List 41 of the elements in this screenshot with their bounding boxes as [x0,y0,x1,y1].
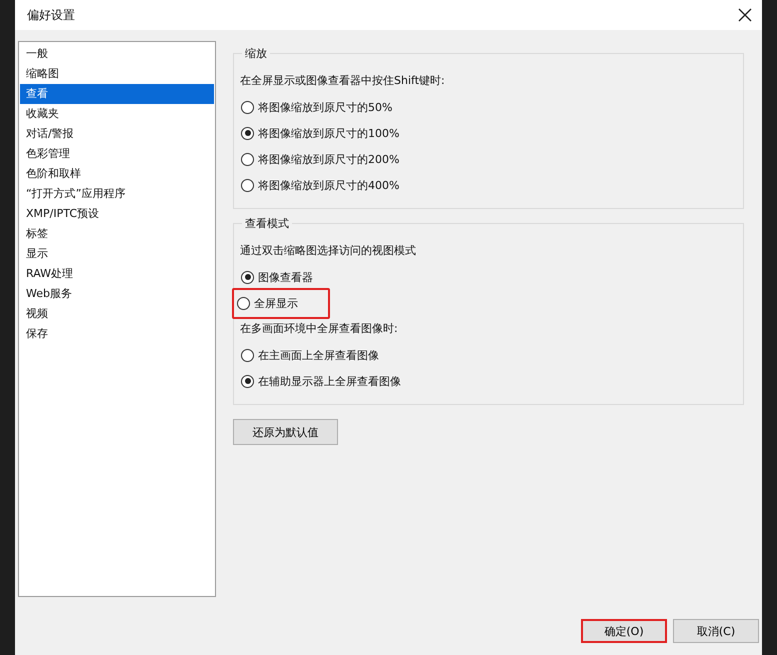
window-title: 偏好设置 [27,6,75,24]
category-item[interactable]: 缩略图 [20,64,214,84]
radio-option[interactable]: 将图像缩放到原尺寸的400% [236,174,404,196]
radio-option[interactable]: 图像查看器 [236,266,318,288]
category-item[interactable]: 一般 [20,44,214,64]
category-item[interactable]: 色阶和取样 [20,164,214,184]
radio-option[interactable]: 在辅助显示器上全屏查看图像 [236,370,406,392]
group-title: 查看模式 [242,216,292,231]
category-item[interactable]: 收藏夹 [20,104,214,124]
group-text: 在多画面环境中全屏查看图像时: [240,321,399,337]
group-text: 在全屏显示或图像查看器中按住Shift键时: [240,73,446,89]
category-item[interactable]: 保存 [20,324,214,344]
radio-indicator[interactable] [237,296,250,310]
dialog-button[interactable]: 取消(C) [673,619,759,643]
category-item[interactable]: 对话/警报 [20,124,214,144]
category-item[interactable]: RAW处理 [20,264,214,284]
reset-button[interactable]: 还原为默认值 [233,419,338,445]
category-item[interactable]: 显示 [20,244,214,264]
radio-option[interactable]: 将图像缩放到原尺寸的50% [236,96,398,118]
group-title: 缩放 [242,46,270,61]
radio-indicator[interactable] [241,126,254,140]
radio-indicator[interactable] [241,178,254,192]
category-item[interactable]: 视频 [20,304,214,324]
radio-option[interactable]: 将图像缩放到原尺寸的200% [236,148,404,170]
category-item[interactable]: 标签 [20,224,214,244]
group-text: 通过双击缩略图选择访问的视图模式 [240,243,417,259]
radio-indicator[interactable] [241,374,254,388]
category-item[interactable]: 查看 [20,84,214,104]
category-item[interactable]: XMP/IPTC预设 [20,204,214,224]
radio-option[interactable]: 全屏显示 [232,288,330,318]
category-item[interactable]: 色彩管理 [20,144,214,164]
close-icon[interactable] [738,8,752,22]
radio-option[interactable]: 在主画面上全屏查看图像 [236,344,384,366]
radio-indicator[interactable] [241,348,254,362]
radio-option[interactable]: 将图像缩放到原尺寸的100% [236,122,404,144]
dialog-button[interactable]: 确定(O) [581,619,667,643]
category-item[interactable]: Web服务 [20,284,214,304]
category-item[interactable]: “打开方式”应用程序 [20,184,214,204]
radio-indicator[interactable] [241,100,254,114]
radio-indicator[interactable] [241,270,254,284]
radio-indicator[interactable] [241,152,254,166]
